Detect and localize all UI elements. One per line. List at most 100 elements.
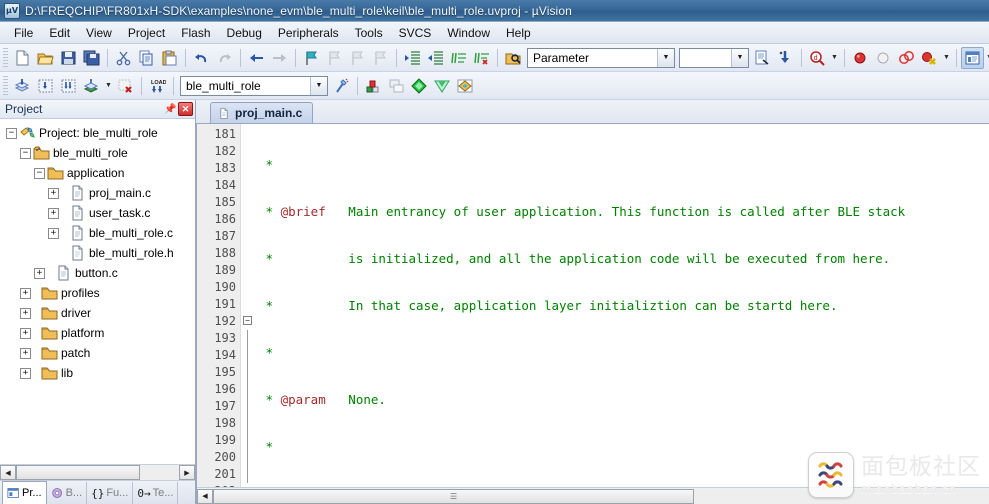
expander-toggle[interactable]: + bbox=[48, 187, 59, 199]
pack-installer-icon[interactable] bbox=[385, 75, 408, 97]
scroll-track[interactable]: ☰ bbox=[213, 488, 989, 504]
expander-toggle[interactable]: + bbox=[34, 267, 45, 279]
expander-toggle[interactable]: − bbox=[20, 147, 31, 159]
tree-item-target[interactable]: − ble_multi_role bbox=[0, 143, 195, 163]
menu-help[interactable]: Help bbox=[498, 24, 539, 42]
manage-project-items-icon[interactable] bbox=[362, 75, 385, 97]
tab-templates[interactable]: 0→ Te... bbox=[133, 482, 179, 504]
menu-tools[interactable]: Tools bbox=[347, 24, 391, 42]
close-icon[interactable]: ✕ bbox=[178, 102, 193, 116]
save-all-icon[interactable] bbox=[80, 47, 103, 69]
disable-all-breakpoints-icon[interactable] bbox=[895, 47, 918, 69]
right-arrow-icon[interactable]: ▶ bbox=[179, 465, 195, 480]
code-line[interactable]: * bbox=[255, 156, 989, 173]
code-text[interactable]: * * @brief Main entrancy of user applica… bbox=[255, 124, 989, 487]
manage-windows-icon[interactable] bbox=[961, 46, 984, 69]
build-icon[interactable] bbox=[34, 75, 57, 97]
navigate-forward-icon[interactable] bbox=[268, 47, 291, 69]
code-line[interactable]: * bbox=[255, 438, 989, 455]
tree-item-group-application[interactable]: − application bbox=[0, 163, 195, 183]
tab-functions[interactable]: {} Fu... bbox=[87, 482, 134, 504]
tree-item-file-button-c[interactable]: + button.c bbox=[0, 263, 195, 283]
scroll-thumb[interactable] bbox=[16, 465, 140, 480]
search-history-combo[interactable]: ▼ bbox=[679, 47, 749, 68]
goto-definition-icon[interactable] bbox=[774, 47, 797, 69]
paste-icon[interactable] bbox=[158, 47, 181, 69]
cut-icon[interactable] bbox=[112, 47, 135, 69]
code-line[interactable]: * @param None. bbox=[255, 391, 989, 408]
code-line[interactable]: * bbox=[255, 344, 989, 361]
tree-item-file-proj-main-c[interactable]: + proj_main.c bbox=[0, 183, 195, 203]
disable-breakpoint-icon[interactable] bbox=[872, 47, 895, 69]
windows-dropdown-icon[interactable]: ▼ bbox=[984, 47, 989, 69]
tree-item-group-platform[interactable]: + platform bbox=[0, 323, 195, 343]
menu-file[interactable]: File bbox=[6, 24, 41, 42]
chevron-down-icon[interactable]: ▼ bbox=[731, 48, 748, 67]
expander-toggle[interactable]: + bbox=[20, 367, 31, 379]
tree-item-file-ble-multi-role-h[interactable]: ble_multi_role.h bbox=[0, 243, 195, 263]
comment-icon[interactable] bbox=[447, 47, 470, 69]
menu-flash[interactable]: Flash bbox=[173, 24, 218, 42]
copy-icon[interactable] bbox=[135, 47, 158, 69]
editor-tab-proj-main-c[interactable]: proj_main.c bbox=[210, 102, 314, 123]
scroll-thumb[interactable]: ☰ bbox=[213, 488, 695, 504]
breakpoints-dropdown-icon[interactable]: ▼ bbox=[941, 47, 952, 69]
open-file-icon[interactable] bbox=[34, 47, 57, 69]
code-line[interactable]: * In that case, application layer initia… bbox=[255, 297, 989, 314]
redo-icon[interactable] bbox=[213, 47, 236, 69]
menu-edit[interactable]: Edit bbox=[41, 24, 78, 42]
expander-toggle[interactable]: + bbox=[48, 207, 59, 219]
expander-toggle[interactable]: − bbox=[34, 167, 45, 179]
download-icon[interactable]: LOAD bbox=[146, 75, 169, 97]
bookmark-prev-icon[interactable] bbox=[323, 47, 346, 69]
toolbar-grip[interactable] bbox=[3, 75, 8, 96]
search-combo[interactable]: Parameter ▼ bbox=[527, 47, 675, 68]
fold-toggle-icon[interactable]: − bbox=[243, 316, 252, 325]
find-dropdown-icon[interactable]: ▼ bbox=[829, 47, 840, 69]
indent-right-icon[interactable] bbox=[401, 47, 424, 69]
select-software-packs-icon[interactable] bbox=[431, 75, 454, 97]
code-view[interactable]: 181 182 183 184 185 186 187 188 189 190 … bbox=[197, 124, 989, 487]
menu-project[interactable]: Project bbox=[120, 24, 173, 42]
browse-symbol-icon[interactable] bbox=[751, 47, 774, 69]
insert-breakpoint-icon[interactable] bbox=[849, 47, 872, 69]
rebuild-icon[interactable] bbox=[57, 75, 80, 97]
manage-run-time-env-icon[interactable] bbox=[408, 75, 431, 97]
menu-view[interactable]: View bbox=[78, 24, 120, 42]
bookmark-toggle-icon[interactable] bbox=[300, 47, 323, 69]
translate-icon[interactable] bbox=[11, 75, 34, 97]
tree-item-group-lib[interactable]: + lib bbox=[0, 363, 195, 383]
menu-peripherals[interactable]: Peripherals bbox=[270, 24, 347, 42]
batch-build-dropdown-icon[interactable]: ▼ bbox=[103, 75, 114, 97]
chevron-down-icon[interactable]: ▼ bbox=[657, 48, 674, 67]
expander-toggle[interactable]: + bbox=[20, 307, 31, 319]
tree-item-group-profiles[interactable]: + profiles bbox=[0, 283, 195, 303]
tree-item-file-user-task-c[interactable]: + user_task.c bbox=[0, 203, 195, 223]
save-icon[interactable] bbox=[57, 47, 80, 69]
menu-svcs[interactable]: SVCS bbox=[391, 24, 440, 42]
navigate-backward-icon[interactable] bbox=[245, 47, 268, 69]
target-combo[interactable]: ble_multi_role ▼ bbox=[180, 75, 328, 96]
code-line[interactable]: * is initialized, and all the applicatio… bbox=[255, 250, 989, 267]
bookmark-clear-icon[interactable] bbox=[369, 47, 392, 69]
find-icon[interactable]: d bbox=[806, 47, 829, 69]
fold-margin[interactable]: − bbox=[241, 124, 255, 487]
uncomment-icon[interactable] bbox=[470, 47, 493, 69]
new-file-icon[interactable] bbox=[11, 47, 34, 69]
tree-item-file-ble-multi-role-c[interactable]: + ble_multi_role.c bbox=[0, 223, 195, 243]
undo-icon[interactable] bbox=[190, 47, 213, 69]
expander-toggle[interactable]: + bbox=[20, 327, 31, 339]
multi-project-icon[interactable] bbox=[454, 75, 477, 97]
left-arrow-icon[interactable]: ◀ bbox=[0, 465, 16, 480]
expander-toggle[interactable]: + bbox=[48, 227, 59, 239]
project-tree[interactable]: − Project: ble_multi_role − ble_multi_ro… bbox=[0, 119, 195, 464]
menu-window[interactable]: Window bbox=[439, 24, 498, 42]
bookmark-next-icon[interactable] bbox=[346, 47, 369, 69]
find-in-files-icon[interactable] bbox=[502, 47, 525, 69]
scroll-track[interactable] bbox=[16, 465, 179, 480]
project-horizontal-scrollbar[interactable]: ◀ ▶ bbox=[0, 464, 195, 480]
expander-toggle[interactable]: + bbox=[20, 287, 31, 299]
kill-all-breakpoints-icon[interactable] bbox=[918, 47, 941, 69]
expander-toggle[interactable]: − bbox=[6, 127, 17, 139]
expander-toggle[interactable]: + bbox=[20, 347, 31, 359]
